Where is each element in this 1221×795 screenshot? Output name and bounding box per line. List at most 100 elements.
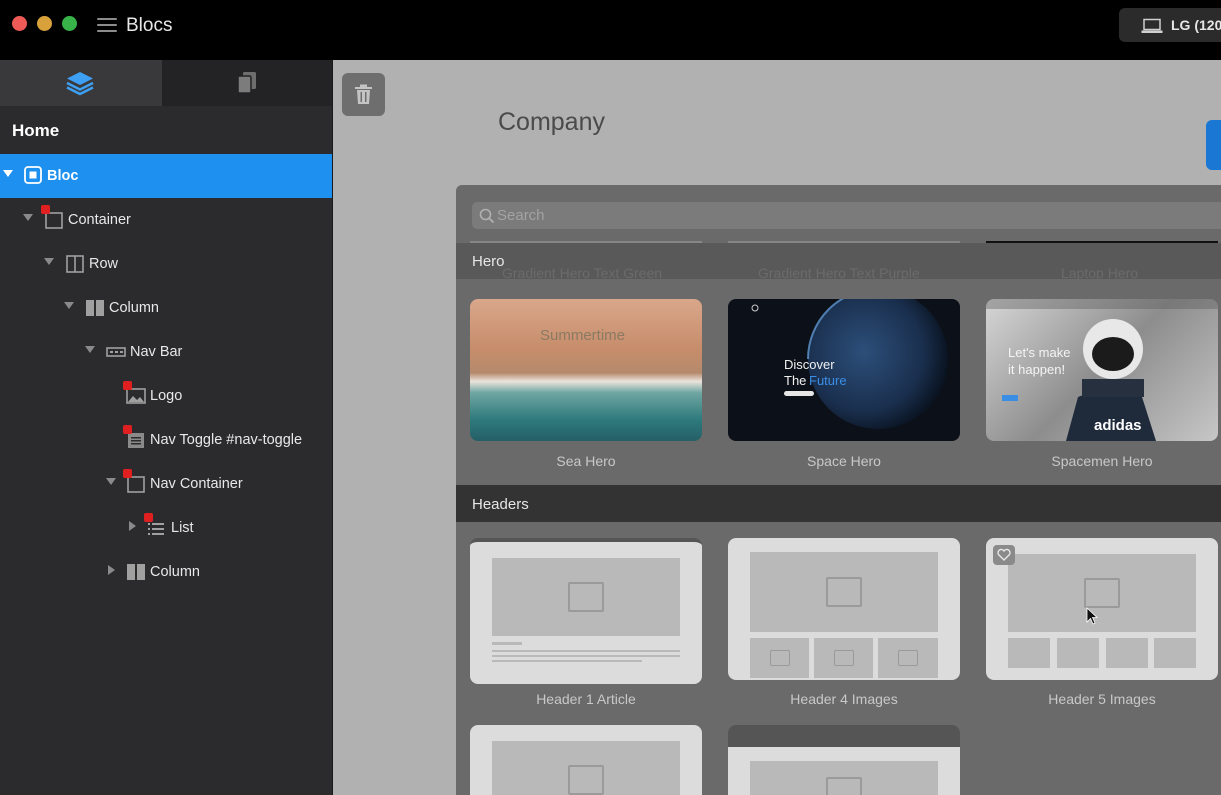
device-size-label: LG (120 [1171, 17, 1221, 33]
template-card-spacemen-hero[interactable]: Let's make it happen! adidas [986, 299, 1218, 441]
thumbnail-text: Let's make [1008, 345, 1071, 360]
sidebar-tabs [0, 60, 332, 106]
tree-item-nav-bar[interactable]: Nav Bar [0, 330, 332, 374]
delete-button[interactable] [342, 73, 385, 116]
text-placeholder [492, 650, 680, 652]
template-label: Header 5 Images [1048, 691, 1156, 707]
template-label: Header 1 Article [536, 691, 636, 707]
search-icon [479, 208, 495, 224]
image-placeholder [1008, 638, 1050, 668]
template-card-header-4-images[interactable] [728, 538, 960, 680]
tree-item-label: Bloc [47, 168, 79, 184]
bloc-library-panel: Search Hero Gradient Hero Text Green Gra… [456, 185, 1221, 795]
image-icon [568, 582, 604, 612]
template-card-space-hero[interactable]: Discover The Future [728, 299, 960, 441]
library-search-input[interactable]: Search [472, 202, 1221, 229]
tree-item-label: Logo [150, 388, 183, 404]
collapse-arrow-icon[interactable] [85, 346, 95, 353]
row-icon [66, 255, 84, 273]
tab-layers[interactable] [0, 60, 162, 106]
pages-icon [237, 72, 256, 94]
collapse-arrow-icon[interactable] [3, 170, 13, 177]
tree-item-label: List [171, 520, 194, 536]
page-name-header: Home [0, 106, 332, 155]
trash-icon [355, 84, 372, 104]
section-title: Headers [472, 496, 529, 513]
search-placeholder: Search [497, 207, 545, 224]
tree-item-list[interactable]: List [0, 506, 332, 550]
image-icon [898, 650, 918, 666]
image-icon [826, 777, 862, 795]
lock-badge-icon [123, 381, 132, 390]
template-label: Sea Hero [556, 453, 616, 469]
tree-item-label: Nav Bar [130, 344, 183, 360]
lock-badge-icon [123, 469, 132, 478]
lock-badge-icon [41, 205, 50, 214]
column-icon [86, 300, 104, 316]
template-card-header-5-images[interactable] [986, 538, 1218, 680]
image-icon [770, 650, 790, 666]
thumbnail-text: adidas [1094, 417, 1142, 434]
text-placeholder [492, 642, 522, 645]
tree-item-container[interactable]: Container [0, 198, 332, 242]
collapse-arrow-icon[interactable] [23, 214, 33, 221]
thumbnail-text: The [784, 373, 807, 388]
expand-arrow-icon[interactable] [129, 521, 136, 531]
image-placeholder [1106, 638, 1148, 668]
tree-item-label: Nav Toggle #nav-toggle [150, 432, 303, 448]
ghost-label: Gradient Hero Text Purple [758, 265, 920, 281]
bloc-icon [24, 166, 42, 184]
collapse-arrow-icon[interactable] [44, 258, 54, 265]
tree-item-nav-toggle[interactable]: Nav Toggle #nav-toggle [0, 418, 332, 462]
nav-bar-icon [106, 347, 126, 357]
tab-pages[interactable] [164, 60, 332, 106]
image-icon [826, 577, 862, 607]
heart-icon [997, 548, 1011, 561]
tree-item-column[interactable]: Column [0, 286, 332, 330]
image-placeholder [1154, 638, 1196, 668]
image-icon [834, 650, 854, 666]
tree-item-column-2[interactable]: Column [0, 550, 332, 594]
structure-sidebar: Home Bloc Container Row Column Nav Bar L… [0, 60, 333, 795]
image-placeholder [1057, 638, 1099, 668]
thumbnail-text: Summertime [540, 327, 626, 344]
tree-item-logo[interactable]: Logo [0, 374, 332, 418]
planet-illustration [751, 299, 948, 429]
add-bloc-button[interactable] [1206, 120, 1221, 170]
ghost-label: Gradient Hero Text Green [502, 265, 663, 281]
tree-item-label: Nav Container [150, 476, 243, 492]
template-card-partial[interactable] [470, 725, 702, 795]
lock-badge-icon [123, 425, 132, 434]
tree-item-nav-container[interactable]: Nav Container [0, 462, 332, 506]
tree-item-row[interactable]: Row [0, 242, 332, 286]
expand-arrow-icon[interactable] [108, 565, 115, 575]
hamburger-menu-icon[interactable] [97, 17, 117, 33]
tree-item-label: Container [68, 212, 131, 228]
template-card-sea-hero[interactable]: Summertime [470, 299, 702, 441]
thumbnail-text-accent: Future [809, 373, 847, 388]
tree-item-label: Row [89, 256, 119, 272]
tree-item-label: Column [150, 564, 200, 580]
layers-icon [66, 72, 94, 96]
section-header-headers: Headers [456, 485, 1221, 522]
image-icon [568, 765, 604, 795]
favorite-button[interactable] [993, 545, 1015, 565]
laptop-icon [1141, 18, 1163, 33]
zoom-window-button[interactable] [62, 16, 77, 31]
device-size-button[interactable]: LG (120 [1119, 8, 1221, 42]
minimize-window-button[interactable] [37, 16, 52, 31]
template-card-header-1-article[interactable] [470, 538, 702, 684]
text-placeholder [492, 660, 642, 662]
tree-item-bloc[interactable]: Bloc [0, 154, 332, 198]
page-name: Home [12, 121, 60, 140]
collapse-arrow-icon[interactable] [106, 478, 116, 485]
lock-badge-icon [144, 513, 153, 522]
thumbnail-text: it happen! [1008, 362, 1066, 377]
template-label: Header 4 Images [790, 691, 898, 707]
mouse-cursor-icon [1086, 607, 1098, 625]
template-card-partial[interactable] [728, 725, 960, 795]
collapse-arrow-icon[interactable] [64, 302, 74, 309]
close-window-button[interactable] [12, 16, 27, 31]
page-heading: Company [498, 108, 605, 136]
column-icon [127, 564, 145, 580]
